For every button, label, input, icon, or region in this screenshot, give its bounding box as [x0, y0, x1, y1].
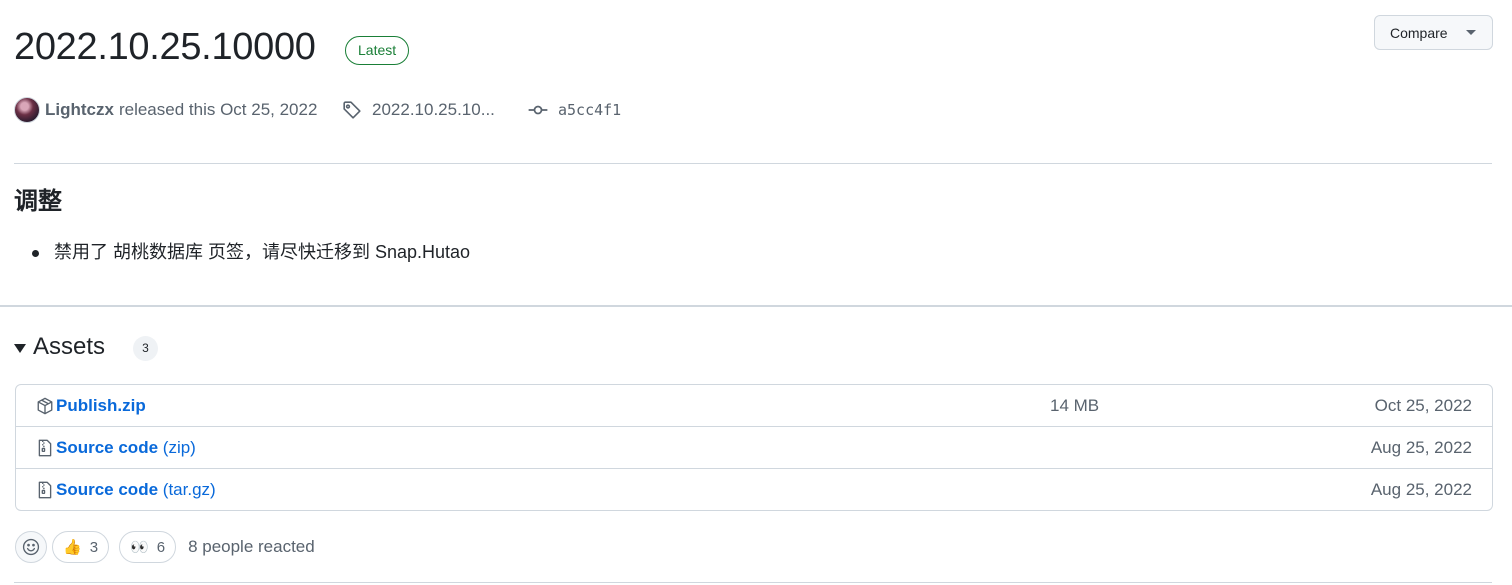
- tag-link[interactable]: 2022.10.25.10...: [342, 96, 495, 124]
- asset-link-publish-zip[interactable]: Publish.zip: [56, 396, 146, 416]
- reactions-summary: 8 people reacted: [188, 537, 315, 556]
- notes-item: 禁用了 胡桃数据库 页签，请尽快迁移到 Snap.Hutao: [30, 240, 470, 264]
- asset-date: Aug 25, 2022: [1370, 479, 1472, 499]
- asset-row: Source code (tar.gz) Aug 25, 2022: [16, 468, 1492, 510]
- commit-link[interactable]: a5cc4f1: [528, 96, 621, 124]
- asset-ext: (tar.gz): [162, 479, 216, 499]
- assets-count-badge: 3: [133, 336, 158, 361]
- add-reaction-button[interactable]: [15, 531, 47, 563]
- notes-list: 禁用了 胡桃数据库 页签，请尽快迁移到 Snap.Hutao: [30, 240, 470, 264]
- reactions-bar: 👍 3 👀 6 8 people reacted: [15, 531, 315, 563]
- eyes-icon: 👀: [130, 539, 149, 556]
- notes-heading: 调整: [14, 188, 62, 215]
- asset-row: Source code (zip) Aug 25, 2022: [16, 426, 1492, 468]
- reaction-count: 6: [156, 538, 166, 556]
- asset-name: Publish.zip: [56, 395, 146, 415]
- asset-date: Oct 25, 2022: [1374, 395, 1472, 415]
- reaction-eyes[interactable]: 👀 6: [119, 531, 177, 563]
- assets-title: Assets: [33, 333, 106, 360]
- tag-name: 2022.10.25.10...: [372, 100, 495, 119]
- package-icon: [36, 397, 54, 415]
- caret-down-icon: [1466, 30, 1476, 35]
- commit-sha: a5cc4f1: [558, 101, 622, 119]
- divider: [0, 305, 1512, 307]
- thumbs-up-icon: 👍: [63, 539, 82, 556]
- asset-link-source-targz[interactable]: Source code (tar.gz): [56, 480, 216, 500]
- assets-toggle[interactable]: Assets: [14, 332, 105, 362]
- reaction-count: 3: [89, 538, 99, 556]
- compare-button[interactable]: Compare: [1374, 15, 1493, 50]
- asset-date: Aug 25, 2022: [1370, 437, 1472, 457]
- file-zip-icon: [36, 439, 54, 457]
- author-link[interactable]: Lightczx: [45, 100, 114, 120]
- asset-link-source-zip[interactable]: Source code (zip): [56, 438, 196, 458]
- latest-badge: Latest: [345, 36, 410, 65]
- divider: [14, 163, 1492, 164]
- triangle-down-icon: [14, 343, 26, 353]
- assets-list: Publish.zip 14 MB Oct 25, 2022 Source co…: [15, 384, 1493, 511]
- tag-icon: [343, 101, 361, 119]
- released-text: released this Oct 25, 2022: [118, 100, 318, 119]
- git-commit-icon: [528, 105, 548, 115]
- reaction-thumbs-up[interactable]: 👍 3: [52, 531, 110, 563]
- asset-name: Source code: [56, 437, 159, 457]
- avatar[interactable]: [14, 97, 40, 123]
- release-meta: Lightczx released this Oct 25, 2022 2022…: [14, 96, 621, 124]
- asset-size: 14 MB: [1050, 395, 1100, 415]
- asset-name: Source code: [56, 479, 159, 499]
- asset-ext: (zip): [162, 437, 196, 457]
- divider: [14, 582, 1492, 583]
- smiley-icon: [22, 538, 40, 556]
- release-title: 2022.10.25.10000: [14, 26, 316, 68]
- asset-row: Publish.zip 14 MB Oct 25, 2022: [16, 385, 1492, 426]
- file-zip-icon: [36, 481, 54, 499]
- compare-button-label: Compare: [1390, 24, 1448, 41]
